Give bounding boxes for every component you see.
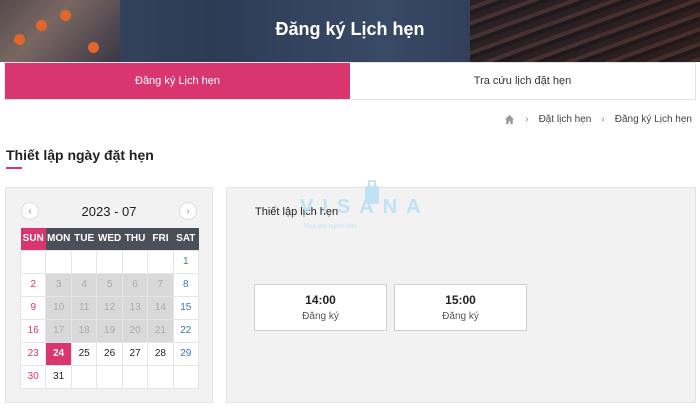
title-underline xyxy=(6,167,22,169)
calendar-day: 16 xyxy=(19,318,47,343)
calendar-header: ‹ 2023 - 07 › xyxy=(6,188,212,228)
calendar-day: 14 xyxy=(147,295,174,320)
calendar-day: 17 xyxy=(45,318,72,343)
weekday-header-2: TUE xyxy=(71,228,97,250)
breadcrumb: › Đặt lịch hẹn › Đăng ký Lịch hẹn xyxy=(504,114,692,125)
tab-lookup-appointment[interactable]: Tra cứu lịch đặt hẹn xyxy=(350,63,695,99)
banner-title: Đăng ký Lịch hẹn xyxy=(275,18,425,39)
calendar-day[interactable]: 25 xyxy=(70,341,98,366)
calendar-day: 20 xyxy=(121,318,149,343)
calendar-day: 30 xyxy=(19,364,47,389)
calendar-empty-cell xyxy=(70,364,98,389)
calendar-empty-cell xyxy=(96,249,123,274)
tab-bar: Đăng ký Lịch hẹn Tra cứu lịch đặt hẹn xyxy=(4,62,696,100)
calendar-day: 13 xyxy=(121,295,149,320)
tab-register-appointment[interactable]: Đăng ký Lịch hẹn xyxy=(5,63,350,99)
calendar-week-row: 23 24 25 26 27 28 29 xyxy=(19,341,200,366)
calendar-empty-cell xyxy=(121,249,149,274)
weekday-header-5: FRI xyxy=(147,228,174,250)
breadcrumb-item-current: Đăng ký Lịch hẹn xyxy=(614,114,692,125)
chevron-right-icon: › xyxy=(601,114,605,125)
time-slot-action: Đăng ký xyxy=(442,311,479,322)
section-title: Thiết lập ngày đặt hẹn xyxy=(6,147,154,163)
page-banner: Đăng ký Lịch hẹn xyxy=(0,0,700,62)
calendar-day[interactable]: 29 xyxy=(172,341,200,366)
weekday-header-0: SUN xyxy=(20,228,46,250)
calendar-empty-cell xyxy=(45,249,72,274)
calendar-week-row: 1 xyxy=(19,249,200,274)
calendar-day[interactable]: 28 xyxy=(147,341,174,366)
calendar-empty-cell xyxy=(147,249,174,274)
calendar-panel: ‹ 2023 - 07 › SUN MON TUE WED THU FRI SAT 1234… xyxy=(5,187,213,403)
weekday-header-6: SAT xyxy=(173,228,199,250)
calendar-day: 5 xyxy=(96,272,123,297)
next-month-button[interactable]: › xyxy=(179,202,197,220)
calendar-week-row: 2345678 xyxy=(19,272,200,297)
time-slot-card[interactable]: 14:00 Đăng ký xyxy=(254,284,387,331)
calendar-empty-cell xyxy=(96,364,123,389)
calendar-day-selected[interactable]: 24 xyxy=(45,341,72,366)
calendar-week-row: 30 31 xyxy=(19,364,200,389)
calendar-day: 18 xyxy=(70,318,98,343)
chevron-right-icon: › xyxy=(525,114,529,125)
calendar-empty-cell xyxy=(121,364,149,389)
time-slot-action: Đăng ký xyxy=(302,311,339,322)
calendar-day: 1 xyxy=(172,249,200,274)
home-icon[interactable] xyxy=(504,114,515,125)
time-slot-card[interactable]: 15:00 Đăng ký xyxy=(394,284,527,331)
calendar-day: 10 xyxy=(45,295,72,320)
calendar-grid: SUN MON TUE WED THU FRI SAT 1 2 3 4 5 6 7 8 9 10 11 12 13 1… xyxy=(19,228,200,389)
calendar-day: 19 xyxy=(96,318,123,343)
calendar-day[interactable]: 31 xyxy=(45,364,72,389)
calendar-day: 9 xyxy=(19,295,47,320)
calendar-week-row: 9 10 11 12 13 14 15 xyxy=(19,295,200,320)
weekday-header-1: MON xyxy=(45,228,72,250)
calendar-day: 21 xyxy=(147,318,174,343)
calendar-day: 22 xyxy=(172,318,200,343)
calendar-day: 15 xyxy=(172,295,200,320)
time-panel: Thiết lập lịch hẹn 14:00 Đăng ký 15:00 Đ… xyxy=(226,187,696,403)
calendar-body: 1 2 3 4 5 6 7 8 9 10 11 12 13 14 15 16 17 18 19 20 21 22 23 24 2… xyxy=(19,249,200,389)
calendar-day: 12 xyxy=(96,295,123,320)
weekday-header-3: WED xyxy=(96,228,123,250)
time-slot-time: 14:00 xyxy=(305,293,336,307)
chevron-right-icon: › xyxy=(186,205,190,217)
calendar-empty-cell xyxy=(172,364,200,389)
calendar-day: 2 xyxy=(19,272,47,297)
calendar-day: 6 xyxy=(121,272,149,297)
calendar-day: 3 xyxy=(45,272,72,297)
calendar-day: 8 xyxy=(172,272,200,297)
calendar-empty-cell xyxy=(70,249,98,274)
calendar-day: 4 xyxy=(70,272,98,297)
calendar-empty-cell xyxy=(147,364,174,389)
calendar-day: 7 xyxy=(147,272,174,297)
weekday-header-row: SUN MON TUE WED THU FRI SAT xyxy=(20,228,199,250)
calendar-empty-cell xyxy=(19,249,47,274)
calendar-day: 23 xyxy=(19,341,47,366)
time-panel-title: Thiết lập lịch hẹn xyxy=(255,206,339,218)
weekday-header-4: THU xyxy=(122,228,148,250)
time-slot-time: 15:00 xyxy=(445,293,476,307)
calendar-week-row: 16 17 18 19 20 21 22 xyxy=(19,318,200,343)
calendar-day: 11 xyxy=(70,295,98,320)
calendar-day[interactable]: 27 xyxy=(121,341,149,366)
calendar-day[interactable]: 26 xyxy=(96,341,123,366)
breadcrumb-item-book[interactable]: Đặt lịch hẹn xyxy=(539,114,592,125)
